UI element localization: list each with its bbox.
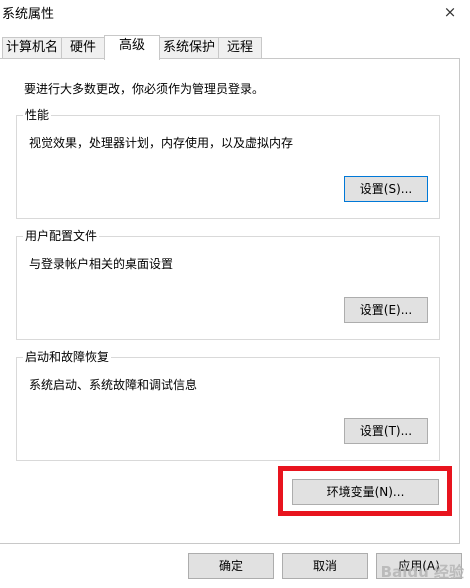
apply-button[interactable]: 应用(A) (376, 553, 462, 579)
tab-hardware[interactable]: 硬件 (61, 37, 105, 59)
highlight-annotation (278, 466, 452, 516)
performance-settings-button[interactable]: 设置(S)... (344, 176, 428, 202)
user-profiles-settings-button[interactable]: 设置(E)... (344, 297, 428, 323)
admin-notice: 要进行大多数更改，你必须作为管理员登录。 (24, 82, 265, 96)
user-profiles-group-title: 用户配置文件 (23, 228, 100, 244)
ok-button[interactable]: 确定 (188, 553, 274, 579)
user-profiles-group: 用户配置文件 与登录帐户相关的桌面设置 设置(E)... (16, 228, 440, 340)
tab-remote[interactable]: 远程 (218, 37, 262, 59)
performance-group: 性能 视觉效果，处理器计划，内存使用，以及虚拟内存 设置(S)... (16, 107, 440, 219)
user-profiles-description: 与登录帐户相关的桌面设置 (29, 257, 174, 271)
title-bar: 系统属性 × (0, 0, 470, 24)
cancel-button[interactable]: 取消 (282, 553, 368, 579)
tab-system-protection[interactable]: 系统保护 (159, 37, 219, 59)
close-icon[interactable]: × (440, 2, 460, 22)
tab-strip: 计算机名 硬件 高级 系统保护 远程 (0, 35, 470, 60)
startup-recovery-group-title: 启动和故障恢复 (23, 349, 112, 365)
performance-description: 视觉效果，处理器计划，内存使用，以及虚拟内存 (29, 136, 294, 150)
system-properties-window: 系统属性 × 计算机名 硬件 高级 系统保护 远程 要进行大多数更改，你必须作为… (0, 0, 470, 588)
window-title: 系统属性 (2, 7, 55, 22)
startup-recovery-settings-button[interactable]: 设置(T)... (344, 418, 428, 444)
tab-computer-name[interactable]: 计算机名 (2, 37, 62, 59)
tab-advanced[interactable]: 高级 (104, 35, 160, 60)
performance-group-title: 性能 (23, 107, 52, 123)
startup-recovery-description: 系统启动、系统故障和调试信息 (29, 378, 198, 392)
startup-recovery-group: 启动和故障恢复 系统启动、系统故障和调试信息 设置(T)... (16, 349, 440, 461)
